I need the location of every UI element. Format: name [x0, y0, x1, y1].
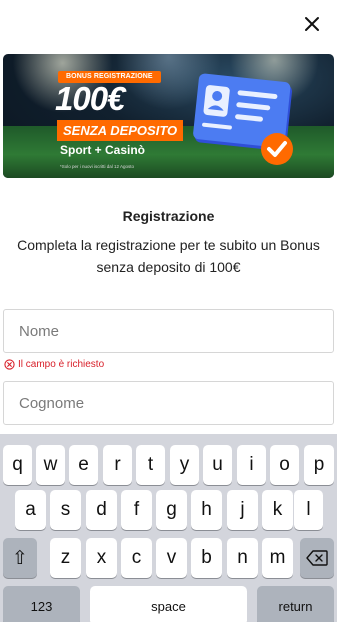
backspace-key[interactable] [300, 538, 334, 578]
numbers-key[interactable]: 123 [3, 586, 80, 622]
key-u[interactable]: u [203, 445, 232, 485]
key-y[interactable]: y [170, 445, 199, 485]
key-q[interactable]: q [3, 445, 32, 485]
key-l[interactable]: l [294, 490, 323, 530]
page-title: Registrazione [122, 208, 215, 224]
key-d[interactable]: d [86, 490, 117, 530]
key-p[interactable]: p [304, 445, 334, 485]
first-name-error: Il campo è richiesto [4, 357, 104, 371]
key-e[interactable]: e [69, 445, 98, 485]
close-icon [305, 17, 319, 31]
key-m[interactable]: m [262, 538, 293, 578]
key-t[interactable]: t [136, 445, 165, 485]
key-s[interactable]: s [50, 490, 81, 530]
no-deposit-label: SENZA DEPOSITO [57, 120, 184, 141]
last-name-input[interactable] [4, 382, 333, 424]
key-v[interactable]: v [156, 538, 187, 578]
key-w[interactable]: w [36, 445, 65, 485]
promo-banner: BONUS REGISTRAZIONE 100€ SENZA DEPOSITO … [3, 54, 334, 178]
key-h[interactable]: h [191, 490, 222, 530]
bonus-amount: 100€ [55, 80, 125, 117]
key-o[interactable]: o [270, 445, 299, 485]
products-label: Sport + Casinò [60, 143, 146, 157]
last-name-field[interactable] [3, 381, 334, 425]
backspace-icon [306, 550, 328, 566]
key-r[interactable]: r [103, 445, 132, 485]
return-key[interactable]: return [257, 586, 334, 622]
close-button[interactable] [300, 12, 324, 36]
key-x[interactable]: x [86, 538, 117, 578]
key-z[interactable]: z [50, 538, 81, 578]
id-card-check-icon [193, 73, 293, 165]
key-n[interactable]: n [227, 538, 258, 578]
key-b[interactable]: b [191, 538, 222, 578]
space-key[interactable]: space [90, 586, 247, 622]
error-text: Il campo è richiesto [18, 358, 105, 370]
on-screen-keyboard: q w e r t y u i o p a s d f g h j k l ⇧ … [0, 434, 337, 622]
key-g[interactable]: g [156, 490, 187, 530]
key-i[interactable]: i [237, 445, 266, 485]
key-c[interactable]: c [121, 538, 152, 578]
key-f[interactable]: f [121, 490, 152, 530]
shift-key[interactable]: ⇧ [3, 538, 37, 578]
key-j[interactable]: j [227, 490, 258, 530]
key-k[interactable]: k [262, 490, 293, 530]
first-name-field[interactable] [3, 309, 334, 353]
page-subtitle: Completa la registrazione per te subito … [17, 237, 320, 275]
error-circle-icon [4, 358, 15, 370]
shift-icon: ⇧ [12, 547, 28, 569]
first-name-input[interactable] [4, 310, 333, 352]
key-a[interactable]: a [15, 490, 46, 530]
fine-print: *Solo per i nuovi iscritti dal 12 Agosto [60, 164, 135, 169]
